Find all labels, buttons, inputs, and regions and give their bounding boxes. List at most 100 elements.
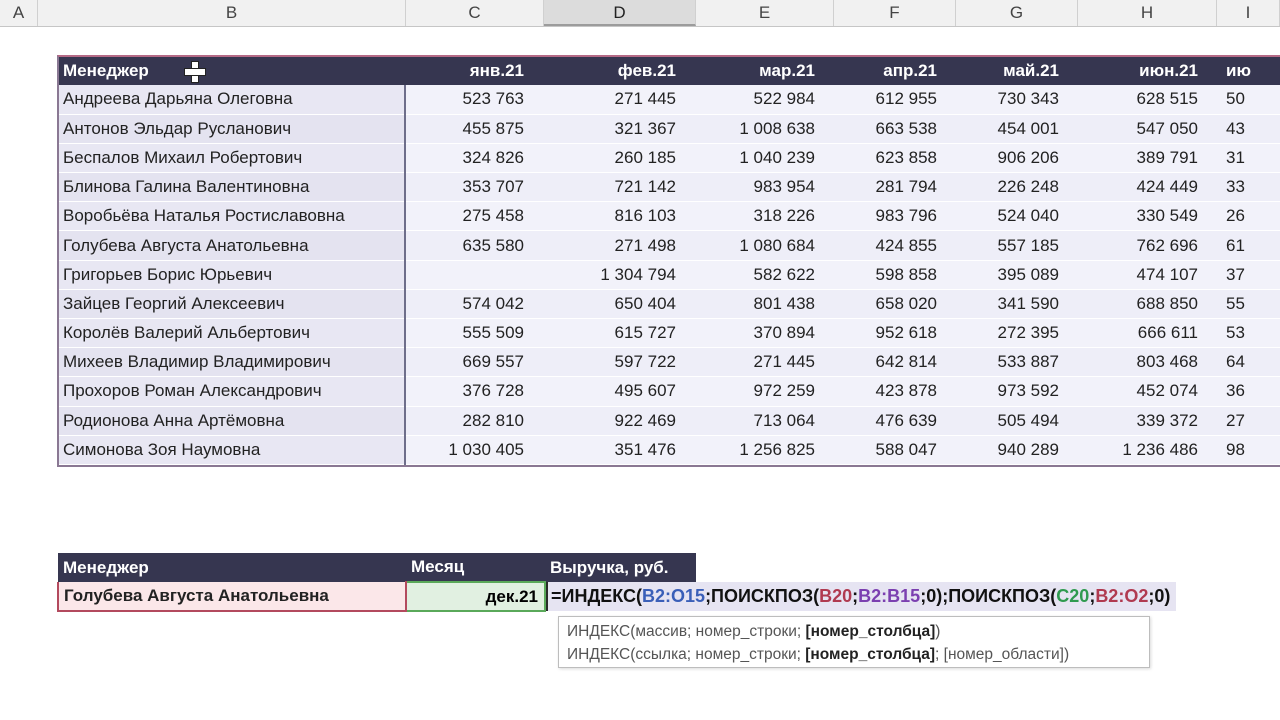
revenue-cell[interactable]: 524 040 [957,201,1079,232]
revenue-cell[interactable]: 495 607 [544,376,696,407]
revenue-cell[interactable]: 922 469 [544,406,696,436]
revenue-cell[interactable]: 588 047 [835,435,957,465]
revenue-cell[interactable]: 353 707 [405,172,544,203]
revenue-cell[interactable]: 61 [1218,230,1280,261]
revenue-cell[interactable]: 597 722 [544,347,696,378]
revenue-cell[interactable]: 55 [1218,289,1280,320]
revenue-cell[interactable]: 36 [1218,376,1280,407]
revenue-cell[interactable]: 623 858 [835,143,957,174]
revenue-cell[interactable]: 424 449 [1079,172,1218,203]
lookup-header-revenue[interactable]: Выручка, руб. [545,553,696,582]
revenue-cell[interactable]: 972 259 [696,376,835,407]
revenue-cell[interactable]: 281 794 [835,172,957,203]
revenue-cell[interactable]: 43 [1218,114,1280,144]
revenue-cell[interactable]: 721 142 [544,172,696,203]
revenue-cell[interactable]: 50 [1218,85,1280,115]
revenue-cell[interactable]: 351 476 [544,435,696,465]
revenue-cell[interactable]: 318 226 [696,201,835,232]
column-header-b[interactable]: B [58,0,406,26]
header-cell-month-1[interactable]: янв.21 [405,56,544,85]
header-cell-month-6[interactable]: июн.21 [1079,56,1218,85]
revenue-cell[interactable]: 272 395 [957,318,1079,349]
revenue-cell[interactable]: 1 080 684 [696,230,835,261]
revenue-cell[interactable]: 321 367 [544,114,696,144]
manager-name-cell[interactable]: Королёв Валерий Альбертович [57,318,406,349]
manager-name-cell[interactable]: Григорьев Борис Юрьевич [57,260,406,290]
revenue-cell[interactable]: 669 557 [405,347,544,378]
manager-name-cell[interactable]: Беспалов Михаил Робертович [57,143,406,174]
column-header-i[interactable]: I [1217,0,1280,26]
revenue-cell[interactable]: 27 [1218,406,1280,436]
revenue-cell[interactable]: 474 107 [1079,260,1218,290]
revenue-cell[interactable]: 341 590 [957,289,1079,320]
lookup-header-manager[interactable]: Менеджер [58,553,406,582]
revenue-cell[interactable]: 816 103 [544,201,696,232]
manager-name-cell[interactable]: Прохоров Роман Александрович [57,376,406,407]
column-header-a[interactable]: A [0,0,38,26]
revenue-cell[interactable]: 476 639 [835,406,957,436]
column-header-g[interactable]: G [956,0,1078,26]
revenue-cell[interactable]: 395 089 [957,260,1079,290]
revenue-cell[interactable]: 271 445 [544,85,696,115]
column-header-f[interactable]: F [834,0,956,26]
lookup-manager-cell[interactable]: Голубева Августа Анатольевна [57,582,407,612]
revenue-cell[interactable]: 370 894 [696,318,835,349]
revenue-cell[interactable]: 762 696 [1079,230,1218,261]
column-header-h[interactable]: H [1078,0,1217,26]
revenue-cell[interactable]: 271 445 [696,347,835,378]
revenue-cell[interactable]: 452 074 [1079,376,1218,407]
lookup-header-month[interactable]: Месяц [406,553,545,582]
revenue-cell[interactable]: 1 030 405 [405,435,544,465]
revenue-cell[interactable]: 64 [1218,347,1280,378]
revenue-cell[interactable]: 688 850 [1079,289,1218,320]
revenue-cell[interactable]: 598 858 [835,260,957,290]
revenue-cell[interactable]: 803 468 [1079,347,1218,378]
revenue-cell[interactable]: 226 248 [957,172,1079,203]
revenue-cell[interactable]: 1 008 638 [696,114,835,144]
revenue-cell[interactable]: 1 256 825 [696,435,835,465]
manager-name-cell[interactable]: Воробьёва Наталья Ростиславовна [57,201,406,232]
revenue-cell[interactable]: 940 289 [957,435,1079,465]
manager-name-cell[interactable]: Зайцев Георгий Алексеевич [57,289,406,320]
manager-name-cell[interactable]: Антонов Эльдар Русланович [57,114,406,144]
revenue-cell[interactable]: 275 458 [405,201,544,232]
tooltip-line-reference[interactable]: ИНДЕКС(ссылка; номер_строки; [номер_стол… [567,643,1141,666]
revenue-cell[interactable]: 389 791 [1079,143,1218,174]
manager-name-cell[interactable]: Голубева Августа Анатольевна [57,230,406,261]
revenue-cell[interactable]: 658 020 [835,289,957,320]
revenue-cell[interactable]: 33 [1218,172,1280,203]
revenue-cell[interactable]: 713 064 [696,406,835,436]
revenue-cell[interactable]: 615 727 [544,318,696,349]
revenue-cell[interactable]: 533 887 [957,347,1079,378]
revenue-cell[interactable]: 282 810 [405,406,544,436]
column-header-d[interactable]: D [544,0,696,26]
manager-name-cell[interactable]: Симонова Зоя Наумовна [57,435,406,465]
revenue-cell[interactable]: 574 042 [405,289,544,320]
revenue-cell[interactable]: 1 304 794 [544,260,696,290]
header-cell-month-7[interactable]: ию [1218,56,1280,85]
revenue-formula-cell[interactable]: =ИНДЕКС(B2:O15;ПОИСКПОЗ(B20;B2:B15;0);ПО… [545,582,1177,611]
revenue-cell[interactable]: 523 763 [405,85,544,115]
revenue-cell[interactable]: 555 509 [405,318,544,349]
revenue-cell[interactable]: 983 954 [696,172,835,203]
tooltip-line-array[interactable]: ИНДЕКС(массив; номер_строки; [номер_стол… [567,620,1141,643]
revenue-cell[interactable]: 271 498 [544,230,696,261]
revenue-cell[interactable]: 612 955 [835,85,957,115]
formula-text[interactable]: =ИНДЕКС(B2:O15;ПОИСКПОЗ(B20;B2:B15;0);ПО… [546,582,1177,611]
revenue-cell[interactable]: 31 [1218,143,1280,174]
revenue-cell[interactable]: 53 [1218,318,1280,349]
revenue-cell[interactable]: 582 622 [696,260,835,290]
revenue-cell[interactable]: 557 185 [957,230,1079,261]
revenue-cell[interactable]: 730 343 [957,85,1079,115]
revenue-cell[interactable]: 906 206 [957,143,1079,174]
column-header-e[interactable]: E [696,0,834,26]
revenue-cell[interactable]: 801 438 [696,289,835,320]
revenue-cell[interactable]: 1 236 486 [1079,435,1218,465]
revenue-cell[interactable]: 666 611 [1079,318,1218,349]
revenue-cell[interactable] [405,260,544,290]
revenue-cell[interactable]: 98 [1218,435,1280,465]
manager-name-cell[interactable]: Родионова Анна Артёмовна [57,406,406,436]
revenue-cell[interactable]: 952 618 [835,318,957,349]
manager-name-cell[interactable]: Блинова Галина Валентиновна [57,172,406,203]
revenue-cell[interactable]: 505 494 [957,406,1079,436]
